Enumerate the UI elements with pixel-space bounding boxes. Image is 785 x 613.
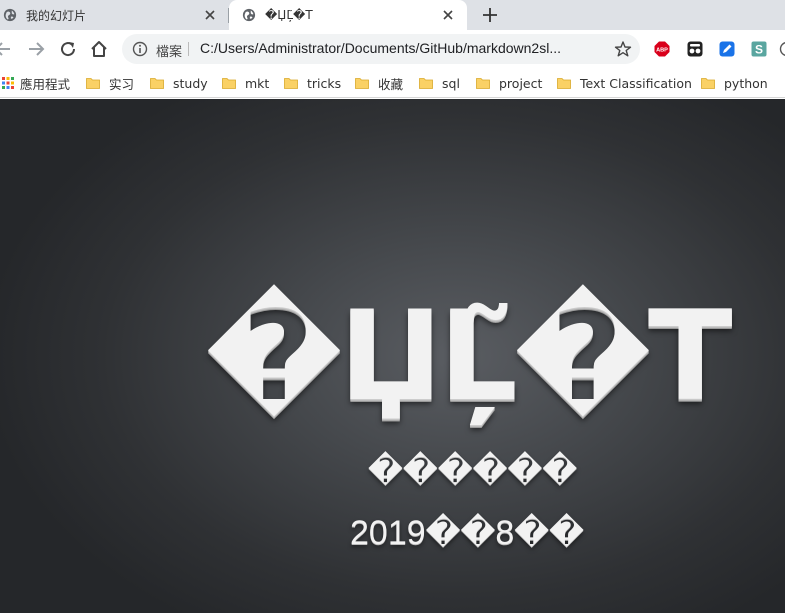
tab-my-slides[interactable]: 我的幻灯片 xyxy=(0,0,229,30)
slide-title: �ЏĻ̃�T xyxy=(205,285,732,429)
bookmark-label: 实习 xyxy=(109,76,135,92)
close-icon[interactable] xyxy=(201,6,219,24)
tab-title: 我的幻灯片 xyxy=(26,8,87,23)
bookmark-apps[interactable]: 應用程式 xyxy=(2,74,70,92)
folder-icon xyxy=(355,78,369,89)
folder-icon xyxy=(701,78,715,89)
bookmark-label: 收藏 xyxy=(378,76,404,92)
bookmark-folder-mkt[interactable]: mkt xyxy=(222,74,269,92)
tab-current-slide[interactable]: �ЏĻ̃�T xyxy=(229,0,467,30)
bookmark-label: Text Classification xyxy=(580,75,692,91)
bookmark-folder-study[interactable]: study xyxy=(150,74,208,92)
home-icon[interactable] xyxy=(88,38,110,60)
bookmark-folder-text-classification[interactable]: Text Classification xyxy=(557,74,692,92)
back-arrow-icon[interactable] xyxy=(0,38,14,60)
browser-toolbar: 檔案 C:/Users/Administrator/Documents/GitH… xyxy=(0,30,785,68)
bookmark-label: study xyxy=(173,75,208,91)
url-separator xyxy=(188,42,189,56)
bookmark-label: tricks xyxy=(307,75,342,91)
url-scheme-label: 檔案 xyxy=(156,45,183,60)
folder-icon xyxy=(557,78,571,89)
reload-icon[interactable] xyxy=(57,38,79,60)
bookmark-folder-shoucang[interactable]: 收藏 xyxy=(355,74,403,92)
folder-icon xyxy=(476,78,490,89)
slide-date: 2019��8�� xyxy=(350,514,584,552)
bookmark-folder-project[interactable]: project xyxy=(476,74,542,92)
apps-grid-icon xyxy=(2,77,14,89)
bookmark-label: 應用程式 xyxy=(20,76,71,92)
tab-title: �ЏĻ̃�T xyxy=(265,8,313,22)
bookmarks-bar: 應用程式 实习 study mkt tricks 收藏 sql project … xyxy=(0,68,785,98)
folder-icon xyxy=(86,78,100,89)
s-extension-icon[interactable]: S xyxy=(751,41,767,57)
bookmark-label: project xyxy=(499,75,543,91)
bookmark-folder-python[interactable]: python xyxy=(701,74,768,92)
address-bar[interactable]: 檔案 C:/Users/Administrator/Documents/GitH… xyxy=(122,34,640,64)
globe-icon xyxy=(242,8,256,22)
bookmark-label: mkt xyxy=(245,75,270,91)
menu-icon[interactable] xyxy=(779,41,785,57)
tab-strip: 我的幻灯片 �ЏĻ̃�T xyxy=(0,0,785,30)
slide-viewport[interactable]: �ЏĻ̃�T ������ 2019��8�� xyxy=(0,99,785,613)
abp-icon[interactable]: ABP xyxy=(654,41,670,57)
bookmark-label: python xyxy=(724,75,768,91)
folder-icon xyxy=(150,78,164,89)
globe-icon xyxy=(3,8,17,22)
svg-text:S: S xyxy=(755,43,763,57)
svg-text:ABP: ABP xyxy=(656,48,668,54)
bookmark-folder-shixi[interactable]: 实习 xyxy=(86,74,134,92)
folder-icon xyxy=(222,78,236,89)
slide-subtitle: ������ xyxy=(368,451,578,491)
url-text[interactable]: C:/Users/Administrator/Documents/GitHub/… xyxy=(200,40,610,56)
info-icon[interactable] xyxy=(132,41,148,57)
close-icon[interactable] xyxy=(439,6,457,24)
folder-icon xyxy=(284,78,298,89)
new-tab-plus-icon[interactable] xyxy=(479,4,501,26)
bookmark-star-icon[interactable] xyxy=(614,40,632,58)
forward-arrow-icon[interactable] xyxy=(25,38,47,60)
bookmark-label: sql xyxy=(442,75,460,91)
bookmark-folder-sql[interactable]: sql xyxy=(419,74,460,92)
bookmark-folder-tricks[interactable]: tricks xyxy=(284,74,341,92)
tampermonkey-icon[interactable] xyxy=(687,41,703,57)
folder-icon xyxy=(419,78,433,89)
pen-extension-icon[interactable] xyxy=(719,41,735,57)
